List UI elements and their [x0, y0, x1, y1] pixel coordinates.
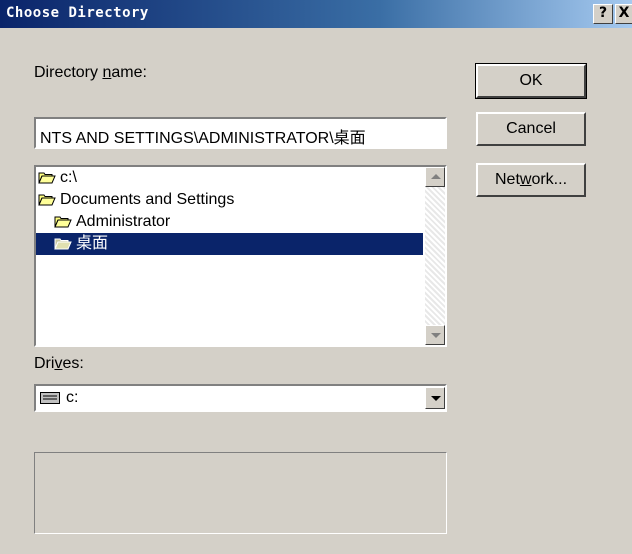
directory-name-input[interactable]: NTS AND SETTINGS\ADMINISTRATOR\桌面: [34, 117, 447, 149]
folder-open-icon: [38, 172, 56, 184]
drives-label: Drives:: [34, 355, 84, 372]
cancel-button[interactable]: Cancel: [476, 112, 586, 146]
tree-item-label: 桌面: [76, 235, 109, 252]
tree-item-label: Administrator: [76, 213, 171, 230]
window-title: Choose Directory: [6, 5, 149, 21]
tree-item-documents-and-settings[interactable]: Documents and Settings: [38, 189, 234, 211]
drive-dropdown-button[interactable]: [425, 387, 445, 409]
folder-open-icon: [54, 238, 72, 250]
directory-tree-list[interactable]: c:\ Documents and Settings Administrator…: [34, 165, 447, 347]
drive-icon: [40, 392, 60, 404]
tree-item-label: Documents and Settings: [60, 191, 235, 208]
title-bar[interactable]: Choose Directory ? X: [0, 0, 632, 28]
scroll-up-button[interactable]: [425, 167, 445, 187]
network-button[interactable]: Network...: [476, 163, 586, 197]
tree-item-label: c:\: [60, 169, 77, 186]
info-panel: [34, 452, 447, 534]
close-button[interactable]: X: [615, 4, 632, 24]
tree-item-c-drive[interactable]: c:\: [38, 167, 77, 189]
directory-name-value: NTS AND SETTINGS\ADMINISTRATOR\桌面: [40, 130, 366, 147]
ok-button[interactable]: OK: [475, 63, 587, 99]
arrow-up-icon: [431, 174, 441, 179]
tree-scrollbar[interactable]: [425, 167, 445, 345]
chevron-down-icon: [431, 396, 441, 401]
help-button[interactable]: ?: [593, 4, 613, 24]
directory-name-label: Directory name:: [34, 64, 147, 81]
drive-value: c:: [66, 389, 79, 406]
folder-open-icon: [54, 216, 72, 228]
arrow-down-icon: [431, 333, 441, 338]
tree-item-administrator[interactable]: Administrator: [54, 211, 170, 233]
tree-item-desktop-selected[interactable]: 桌面: [36, 233, 423, 255]
scroll-down-button[interactable]: [425, 325, 445, 345]
drive-select[interactable]: c:: [34, 384, 447, 412]
folder-open-icon: [38, 194, 56, 206]
